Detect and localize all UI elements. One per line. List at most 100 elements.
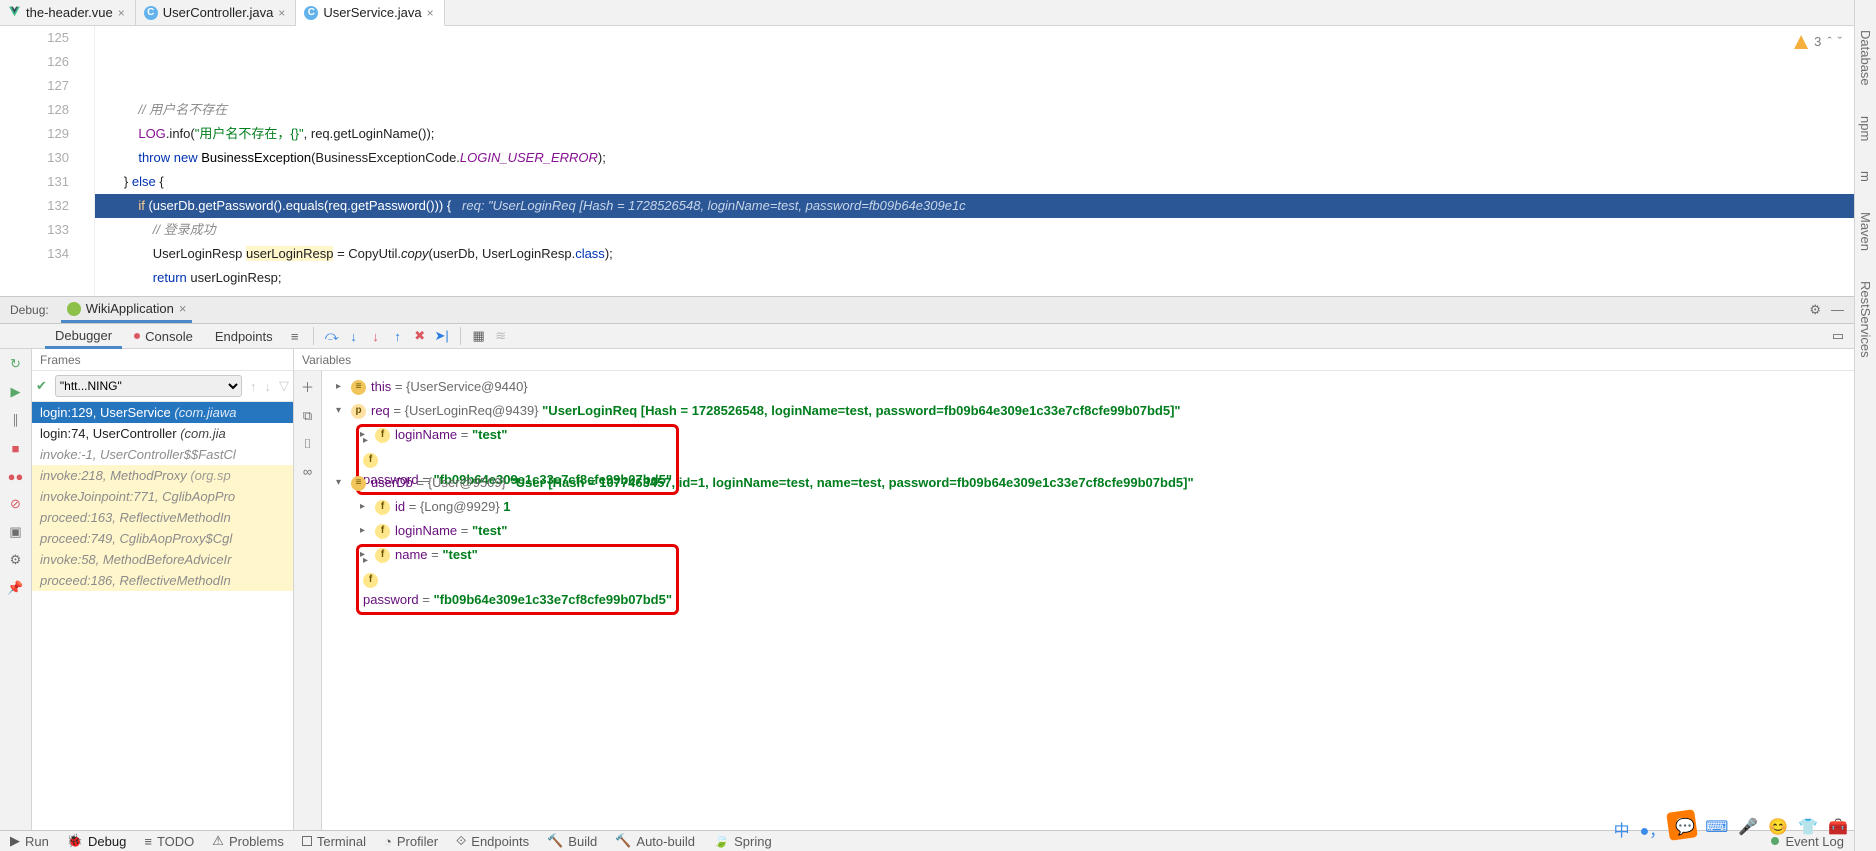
inspection-widget[interactable]: 3 ˆ ˇ bbox=[1794, 30, 1842, 54]
expand-arrow-icon[interactable]: ▾ bbox=[336, 471, 346, 495]
stack-frame[interactable]: invoke:-1, UserController$$FastCl bbox=[32, 444, 293, 465]
terminal-tool[interactable]: Terminal bbox=[302, 834, 366, 849]
variable-node[interactable]: ▸ f password = "fb09b64e309e1c33e7cf8cfe… bbox=[322, 447, 1854, 471]
thread-dropdown[interactable]: "htt...NING" bbox=[55, 375, 242, 397]
expand-arrow-icon[interactable]: ▸ bbox=[336, 375, 346, 399]
close-icon[interactable]: × bbox=[118, 6, 125, 20]
editor-tab[interactable]: CUserController.java× bbox=[136, 0, 297, 25]
resume-icon[interactable]: ▶ bbox=[7, 383, 25, 401]
endpoints-tool[interactable]: ⟐ Endpoints bbox=[456, 833, 529, 849]
tool-window-restservices[interactable]: RestServices bbox=[1858, 281, 1873, 358]
debug-session-tab[interactable]: WikiApplication × bbox=[61, 297, 193, 323]
stack-frame[interactable]: invokeJoinpoint:771, CglibAopPro bbox=[32, 486, 293, 507]
field-badge-icon: ≡ bbox=[351, 476, 366, 491]
chevron-up-icon[interactable]: ˆ bbox=[1827, 30, 1831, 54]
step-into-icon[interactable]: ↓ bbox=[344, 326, 364, 346]
tool-window-npm[interactable]: npm bbox=[1858, 116, 1873, 141]
debug-run-buttons: ↻ ▶ ∥ ■ ●● ⊘ ▣ ⚙ 📌 bbox=[0, 349, 32, 851]
mute-breakpoints-icon[interactable]: ⊘ bbox=[7, 495, 25, 513]
variable-node[interactable]: ▸ f loginName = "test" bbox=[322, 519, 1854, 543]
autobuild-tool[interactable]: 🔨 Auto-build bbox=[615, 833, 695, 849]
frames-panel: Frames ✔ "htt...NING" ↑ ↓ ▽ login:129, U… bbox=[32, 349, 294, 851]
variables-tree[interactable]: ▸ ≡ this = {UserService@9440}▾ p req = {… bbox=[322, 371, 1854, 851]
threads-icon[interactable]: ≡ bbox=[285, 326, 305, 346]
debugger-tab[interactable]: Debugger bbox=[45, 325, 122, 349]
close-icon[interactable]: × bbox=[427, 6, 434, 20]
endpoints-tab[interactable]: Endpoints bbox=[205, 324, 283, 348]
link-icon[interactable]: ⧉ bbox=[303, 408, 312, 424]
right-tool-window-bar: Database npm m Maven RestServices bbox=[1854, 0, 1876, 851]
problems-tool[interactable]: ⚠ Problems bbox=[212, 833, 284, 849]
close-icon[interactable]: × bbox=[179, 301, 187, 316]
debug-toolbar: Debugger Console Endpoints ≡ ⤼ ↓ ↓ ↑ ✖ ➤… bbox=[0, 324, 1854, 349]
code-area[interactable]: 3 ˆ ˇ // 用户名不存在 LOG.info("用户名不存在，{}", re… bbox=[95, 26, 1854, 296]
check-icon: ✔ bbox=[36, 378, 47, 394]
stop-icon[interactable]: ■ bbox=[7, 439, 25, 457]
thread-selector: ✔ "htt...NING" ↑ ↓ ▽ bbox=[32, 371, 293, 402]
prev-frame-icon[interactable]: ↑ bbox=[250, 379, 257, 394]
expand-arrow-icon[interactable]: ▸ bbox=[363, 555, 368, 566]
camera-icon[interactable]: ▣ bbox=[7, 523, 25, 541]
tool-window-maven[interactable]: Maven bbox=[1858, 212, 1873, 251]
drop-frame-icon[interactable]: ✖ bbox=[410, 326, 430, 346]
build-tool[interactable]: 🔨 Build bbox=[547, 833, 597, 849]
variable-node[interactable]: ▸ ≡ this = {UserService@9440} bbox=[322, 375, 1854, 399]
expand-arrow-icon[interactable]: ▾ bbox=[336, 399, 346, 423]
view-breakpoints-icon[interactable]: ●● bbox=[7, 467, 25, 485]
field-badge-icon: f bbox=[375, 524, 390, 539]
expand-arrow-icon[interactable]: ▸ bbox=[360, 495, 370, 519]
stack-frame[interactable]: proceed:749, CglibAopProxy$Cgl bbox=[32, 528, 293, 549]
glasses-icon[interactable]: ∞ bbox=[303, 464, 312, 479]
force-step-into-icon[interactable]: ↓ bbox=[366, 326, 386, 346]
stack-frame[interactable]: proceed:163, ReflectiveMethodIn bbox=[32, 507, 293, 528]
field-badge-icon: p bbox=[351, 404, 366, 419]
gear-icon[interactable]: ⚙ bbox=[1809, 302, 1821, 318]
stack-frame[interactable]: invoke:58, MethodBeforeAdviceIr bbox=[32, 549, 293, 570]
step-over-icon[interactable]: ⤼ bbox=[322, 326, 342, 346]
warning-count: 3 bbox=[1814, 30, 1821, 54]
stack-frame[interactable]: login:129, UserService (com.jiawa bbox=[32, 402, 293, 423]
filter-icon[interactable]: ▽ bbox=[279, 378, 289, 394]
spring-tool[interactable]: 🍃 Spring bbox=[713, 833, 772, 849]
pause-icon[interactable]: ∥ bbox=[7, 411, 25, 429]
code-editor[interactable]: 125126127128129130131132133134 3 ˆ ˇ // … bbox=[0, 26, 1854, 296]
run-tool[interactable]: ▶ Run bbox=[10, 833, 49, 849]
status-bar: ▶ Run 🐞 Debug ≡ TODO ⚠ Problems Terminal… bbox=[0, 830, 1854, 851]
tool-window-database[interactable]: Database bbox=[1858, 30, 1873, 86]
copy-icon[interactable]: ⌷ bbox=[304, 436, 312, 452]
gutter: 125126127128129130131132133134 bbox=[0, 26, 95, 296]
next-frame-icon[interactable]: ↓ bbox=[265, 379, 272, 394]
close-icon[interactable]: × bbox=[278, 6, 285, 20]
stack-frame[interactable]: invoke:218, MethodProxy (org.sp bbox=[32, 465, 293, 486]
add-watch-icon[interactable]: ＋ bbox=[301, 377, 314, 396]
expand-arrow-icon[interactable]: ▸ bbox=[363, 435, 368, 446]
minimize-icon[interactable]: — bbox=[1831, 302, 1844, 318]
field-badge-icon: f bbox=[363, 573, 378, 588]
run-to-cursor-icon[interactable]: ➤| bbox=[432, 326, 452, 346]
stack-frame[interactable]: login:74, UserController (com.jia bbox=[32, 423, 293, 444]
stack-frame[interactable]: proceed:186, ReflectiveMethodIn bbox=[32, 570, 293, 591]
expand-arrow-icon[interactable]: ▸ bbox=[360, 519, 370, 543]
variable-node[interactable]: ▸ f password = "fb09b64e309e1c33e7cf8cfe… bbox=[322, 567, 1854, 591]
tool-window-m[interactable]: m bbox=[1858, 171, 1873, 182]
editor-tab[interactable]: the-header.vue× bbox=[0, 0, 136, 25]
rerun-icon[interactable]: ↻ bbox=[7, 355, 25, 373]
pin-icon[interactable]: 📌 bbox=[7, 579, 25, 597]
variable-node[interactable]: ▾ p req = {UserLoginReq@9439} "UserLogin… bbox=[322, 399, 1854, 423]
console-tab[interactable]: Console bbox=[124, 324, 203, 348]
variable-node[interactable]: ▾ ≡ userDb = {User@9509} "User [Hash = 1… bbox=[322, 471, 1854, 495]
layout-icon[interactable]: ▭ bbox=[1828, 326, 1848, 346]
trace-icon[interactable]: ≋ bbox=[491, 326, 511, 346]
settings-icon[interactable]: ⚙ bbox=[7, 551, 25, 569]
warning-icon bbox=[1794, 35, 1808, 49]
editor-tab[interactable]: CUserService.java× bbox=[296, 0, 444, 26]
todo-tool[interactable]: ≡ TODO bbox=[144, 834, 194, 849]
evaluate-icon[interactable]: ▦ bbox=[469, 326, 489, 346]
chevron-down-icon[interactable]: ˇ bbox=[1838, 30, 1842, 54]
variable-node[interactable]: ▸ f id = {Long@9929} 1 bbox=[322, 495, 1854, 519]
profiler-tool[interactable]: ◔ Profiler bbox=[384, 834, 438, 849]
variables-panel: Variables ＋ ⧉ ⌷ ∞ ▸ ≡ this = {UserServic… bbox=[294, 349, 1854, 851]
step-out-icon[interactable]: ↑ bbox=[388, 326, 408, 346]
debug-tool[interactable]: 🐞 Debug bbox=[67, 833, 127, 849]
frame-list[interactable]: login:129, UserService (com.jiawalogin:7… bbox=[32, 402, 293, 851]
